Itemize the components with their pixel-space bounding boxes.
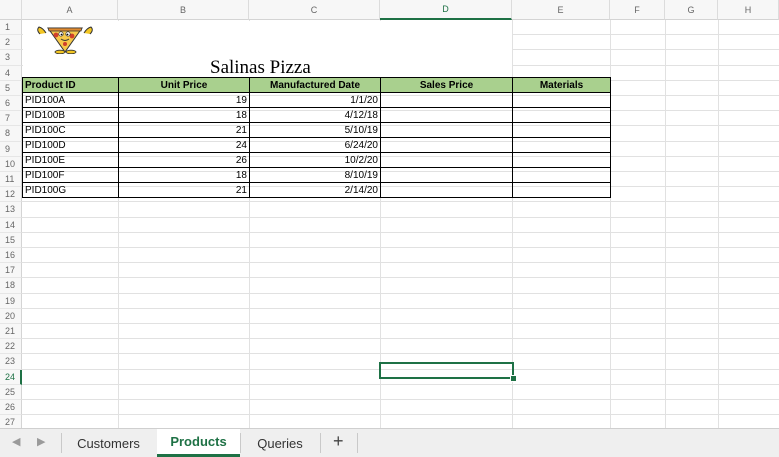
product-id-cell[interactable]: PID100A: [22, 92, 119, 108]
table-row: PID100E 26 10/2/20: [22, 152, 611, 168]
product-id-cell[interactable]: PID100G: [22, 182, 119, 198]
unit-price-cell[interactable]: 21: [118, 122, 250, 138]
row-header-7[interactable]: 7: [0, 111, 22, 127]
fill-handle[interactable]: [510, 375, 517, 382]
product-id-cell[interactable]: PID100B: [22, 107, 119, 123]
header-manufactured-date[interactable]: Manufactured Date: [249, 77, 381, 93]
materials-cell[interactable]: [512, 137, 611, 153]
column-header-f[interactable]: F: [610, 0, 665, 20]
unit-price-cell[interactable]: 24: [118, 137, 250, 153]
column-header-a[interactable]: A: [22, 0, 118, 20]
row-header-22[interactable]: 22: [0, 339, 22, 355]
row-header-2[interactable]: 2: [0, 35, 22, 51]
row-header-3[interactable]: 3: [0, 50, 22, 66]
header-product-id[interactable]: Product ID: [22, 77, 119, 93]
materials-cell[interactable]: [512, 107, 611, 123]
row-header-13[interactable]: 13: [0, 202, 22, 218]
row-header-24[interactable]: 24: [0, 369, 22, 385]
row-header-17[interactable]: 17: [0, 263, 22, 279]
materials-cell[interactable]: [512, 152, 611, 168]
row-header-12[interactable]: 12: [0, 187, 22, 203]
sheet-title: Salinas Pizza: [210, 57, 311, 78]
tab-products[interactable]: Products: [157, 429, 240, 457]
row-header-15[interactable]: 15: [0, 232, 22, 248]
sales-price-cell[interactable]: [380, 122, 513, 138]
product-id-cell[interactable]: PID100E: [22, 152, 119, 168]
table-row: PID100C 21 5/10/19: [22, 122, 611, 138]
column-header-c[interactable]: C: [249, 0, 380, 20]
column-header-d[interactable]: D: [380, 0, 512, 20]
row-header-8[interactable]: 8: [0, 126, 22, 142]
manufactured-date-cell[interactable]: 5/10/19: [249, 122, 381, 138]
unit-price-cell[interactable]: 18: [118, 107, 250, 123]
table-row: PID100G 21 2/14/20: [22, 182, 611, 198]
row-header-20[interactable]: 20: [0, 308, 22, 324]
header-materials[interactable]: Materials: [512, 77, 611, 93]
row-header-6[interactable]: 6: [0, 96, 22, 112]
manufactured-date-cell[interactable]: 4/12/18: [249, 107, 381, 123]
manufactured-date-cell[interactable]: 6/24/20: [249, 137, 381, 153]
table-row: PID100A 19 1/1/20: [22, 92, 611, 108]
tab-customers[interactable]: Customers: [62, 429, 155, 457]
column-header-e[interactable]: E: [512, 0, 610, 20]
sales-price-cell[interactable]: [380, 107, 513, 123]
sales-price-cell[interactable]: [380, 167, 513, 183]
select-all-corner[interactable]: [0, 0, 22, 20]
next-sheet-icon[interactable]: ▶: [37, 435, 45, 448]
product-table: Product ID Unit Price Manufactured Date …: [22, 77, 611, 198]
materials-cell[interactable]: [512, 167, 611, 183]
product-id-cell[interactable]: PID100D: [22, 137, 119, 153]
row-header-16[interactable]: 16: [0, 248, 22, 264]
column-header-b[interactable]: B: [118, 0, 249, 20]
unit-price-cell[interactable]: 21: [118, 182, 250, 198]
row-header-11[interactable]: 11: [0, 172, 22, 188]
active-cell-selection[interactable]: [379, 362, 514, 379]
table-header-row: Product ID Unit Price Manufactured Date …: [22, 77, 611, 93]
materials-cell[interactable]: [512, 182, 611, 198]
pizza-mascot-icon[interactable]: [34, 22, 96, 55]
sales-price-cell[interactable]: [380, 92, 513, 108]
spreadsheet-grid[interactable]: Salinas Pizza Product ID Unit Price Manu…: [0, 0, 779, 428]
sales-price-cell[interactable]: [380, 152, 513, 168]
row-header-4[interactable]: 4: [0, 65, 22, 81]
manufactured-date-cell[interactable]: 1/1/20: [249, 92, 381, 108]
product-id-cell[interactable]: PID100F: [22, 167, 119, 183]
sales-price-cell[interactable]: [380, 137, 513, 153]
column-header-h[interactable]: H: [718, 0, 779, 20]
table-row: PID100D 24 6/24/20: [22, 137, 611, 153]
product-id-cell[interactable]: PID100C: [22, 122, 119, 138]
column-header-g[interactable]: G: [665, 0, 718, 20]
unit-price-cell[interactable]: 18: [118, 167, 250, 183]
row-header-25[interactable]: 25: [0, 384, 22, 400]
unit-price-cell[interactable]: 26: [118, 152, 250, 168]
header-unit-price[interactable]: Unit Price: [118, 77, 250, 93]
row-header-23[interactable]: 23: [0, 354, 22, 370]
table-row: PID100F 18 8/10/19: [22, 167, 611, 183]
tab-queries[interactable]: Queries: [241, 429, 319, 457]
row-header-14[interactable]: 14: [0, 217, 22, 233]
sales-price-cell[interactable]: [380, 182, 513, 198]
manufactured-date-cell[interactable]: 10/2/20: [249, 152, 381, 168]
row-header-19[interactable]: 19: [0, 293, 22, 309]
unit-price-cell[interactable]: 19: [118, 92, 250, 108]
header-sales-price[interactable]: Sales Price: [380, 77, 513, 93]
row-header-18[interactable]: 18: [0, 278, 22, 294]
manufactured-date-cell[interactable]: 2/14/20: [249, 182, 381, 198]
row-header-5[interactable]: 5: [0, 80, 22, 96]
row-header-9[interactable]: 9: [0, 141, 22, 157]
sheet-tab-bar: ◀ ▶ Customers Products Queries +: [0, 428, 779, 457]
row-header-21[interactable]: 21: [0, 324, 22, 340]
materials-cell[interactable]: [512, 122, 611, 138]
row-header-26[interactable]: 26: [0, 400, 22, 416]
table-row: PID100B 18 4/12/18: [22, 107, 611, 123]
manufactured-date-cell[interactable]: 8/10/19: [249, 167, 381, 183]
add-sheet-button[interactable]: +: [333, 431, 344, 452]
row-header-10[interactable]: 10: [0, 156, 22, 172]
materials-cell[interactable]: [512, 92, 611, 108]
row-header-1[interactable]: 1: [0, 20, 22, 36]
prev-sheet-icon[interactable]: ◀: [12, 435, 20, 448]
